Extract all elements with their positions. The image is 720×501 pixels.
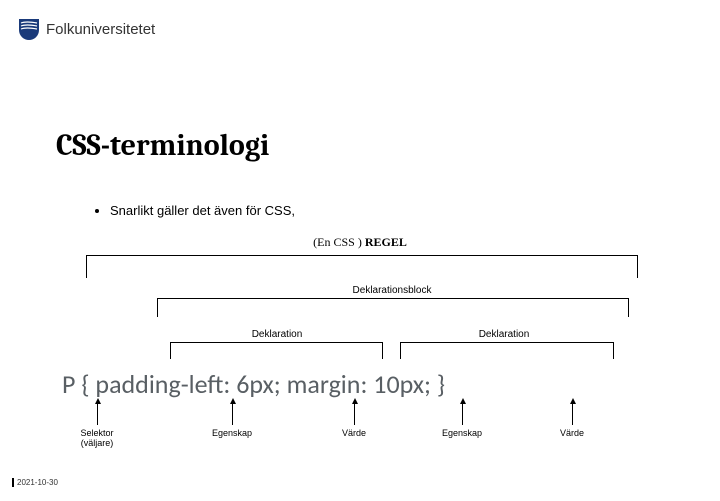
bullet-list: Snarlikt gäller det även för CSS, <box>70 203 295 218</box>
css-rule-diagram: Deklarationsblock Deklaration Deklaratio… <box>62 250 658 460</box>
regel-heading: (En CSS ) REGEL <box>0 235 720 250</box>
label-selektor: Selektor (väljare) <box>67 428 127 448</box>
bullet-item: Snarlikt gäller det även för CSS, <box>110 203 295 218</box>
arrow-varde2 <box>572 403 573 425</box>
slide: Folkuniversitetet CSS-terminologi Snarli… <box>0 0 720 501</box>
arrow-varde1 <box>354 403 355 425</box>
logo-text: Folkuniversitetet <box>46 21 155 38</box>
label-decl-block: Deklarationsblock <box>312 285 472 296</box>
label-decl1: Deklaration <box>227 329 327 340</box>
regel-left: (En CSS ) <box>313 235 362 249</box>
label-egenskap1: Egenskap <box>202 428 262 438</box>
code-prop2: margin: <box>287 368 368 400</box>
regel-right: REGEL <box>365 235 407 249</box>
code-selector: P <box>62 368 75 400</box>
code-line: P { padding-left: 6px; margin: 10px; } <box>62 368 658 400</box>
label-egenskap2: Egenskap <box>432 428 492 438</box>
logo-shield-icon <box>18 18 40 40</box>
code-brace-open: { <box>81 368 89 400</box>
bracket-rule <box>86 255 638 278</box>
code-val1: 6px; <box>236 368 281 400</box>
label-decl2: Deklaration <box>454 329 554 340</box>
logo: Folkuniversitetet <box>18 18 155 40</box>
bracket-decl2 <box>400 342 614 359</box>
label-varde1: Värde <box>324 428 384 438</box>
bracket-decl-block <box>157 298 629 317</box>
page-title: CSS-terminologi <box>56 128 269 163</box>
arrow-egenskap2 <box>462 403 463 425</box>
bracket-decl1 <box>170 342 383 359</box>
code-brace-close: } <box>437 368 445 400</box>
code-val2: 10px; <box>373 368 431 400</box>
arrow-selektor <box>97 403 98 425</box>
code-prop1: padding-left: <box>95 368 230 400</box>
label-varde2: Värde <box>542 428 602 438</box>
footer-date: 2021-10-30 <box>12 478 58 487</box>
arrow-egenskap1 <box>232 403 233 425</box>
